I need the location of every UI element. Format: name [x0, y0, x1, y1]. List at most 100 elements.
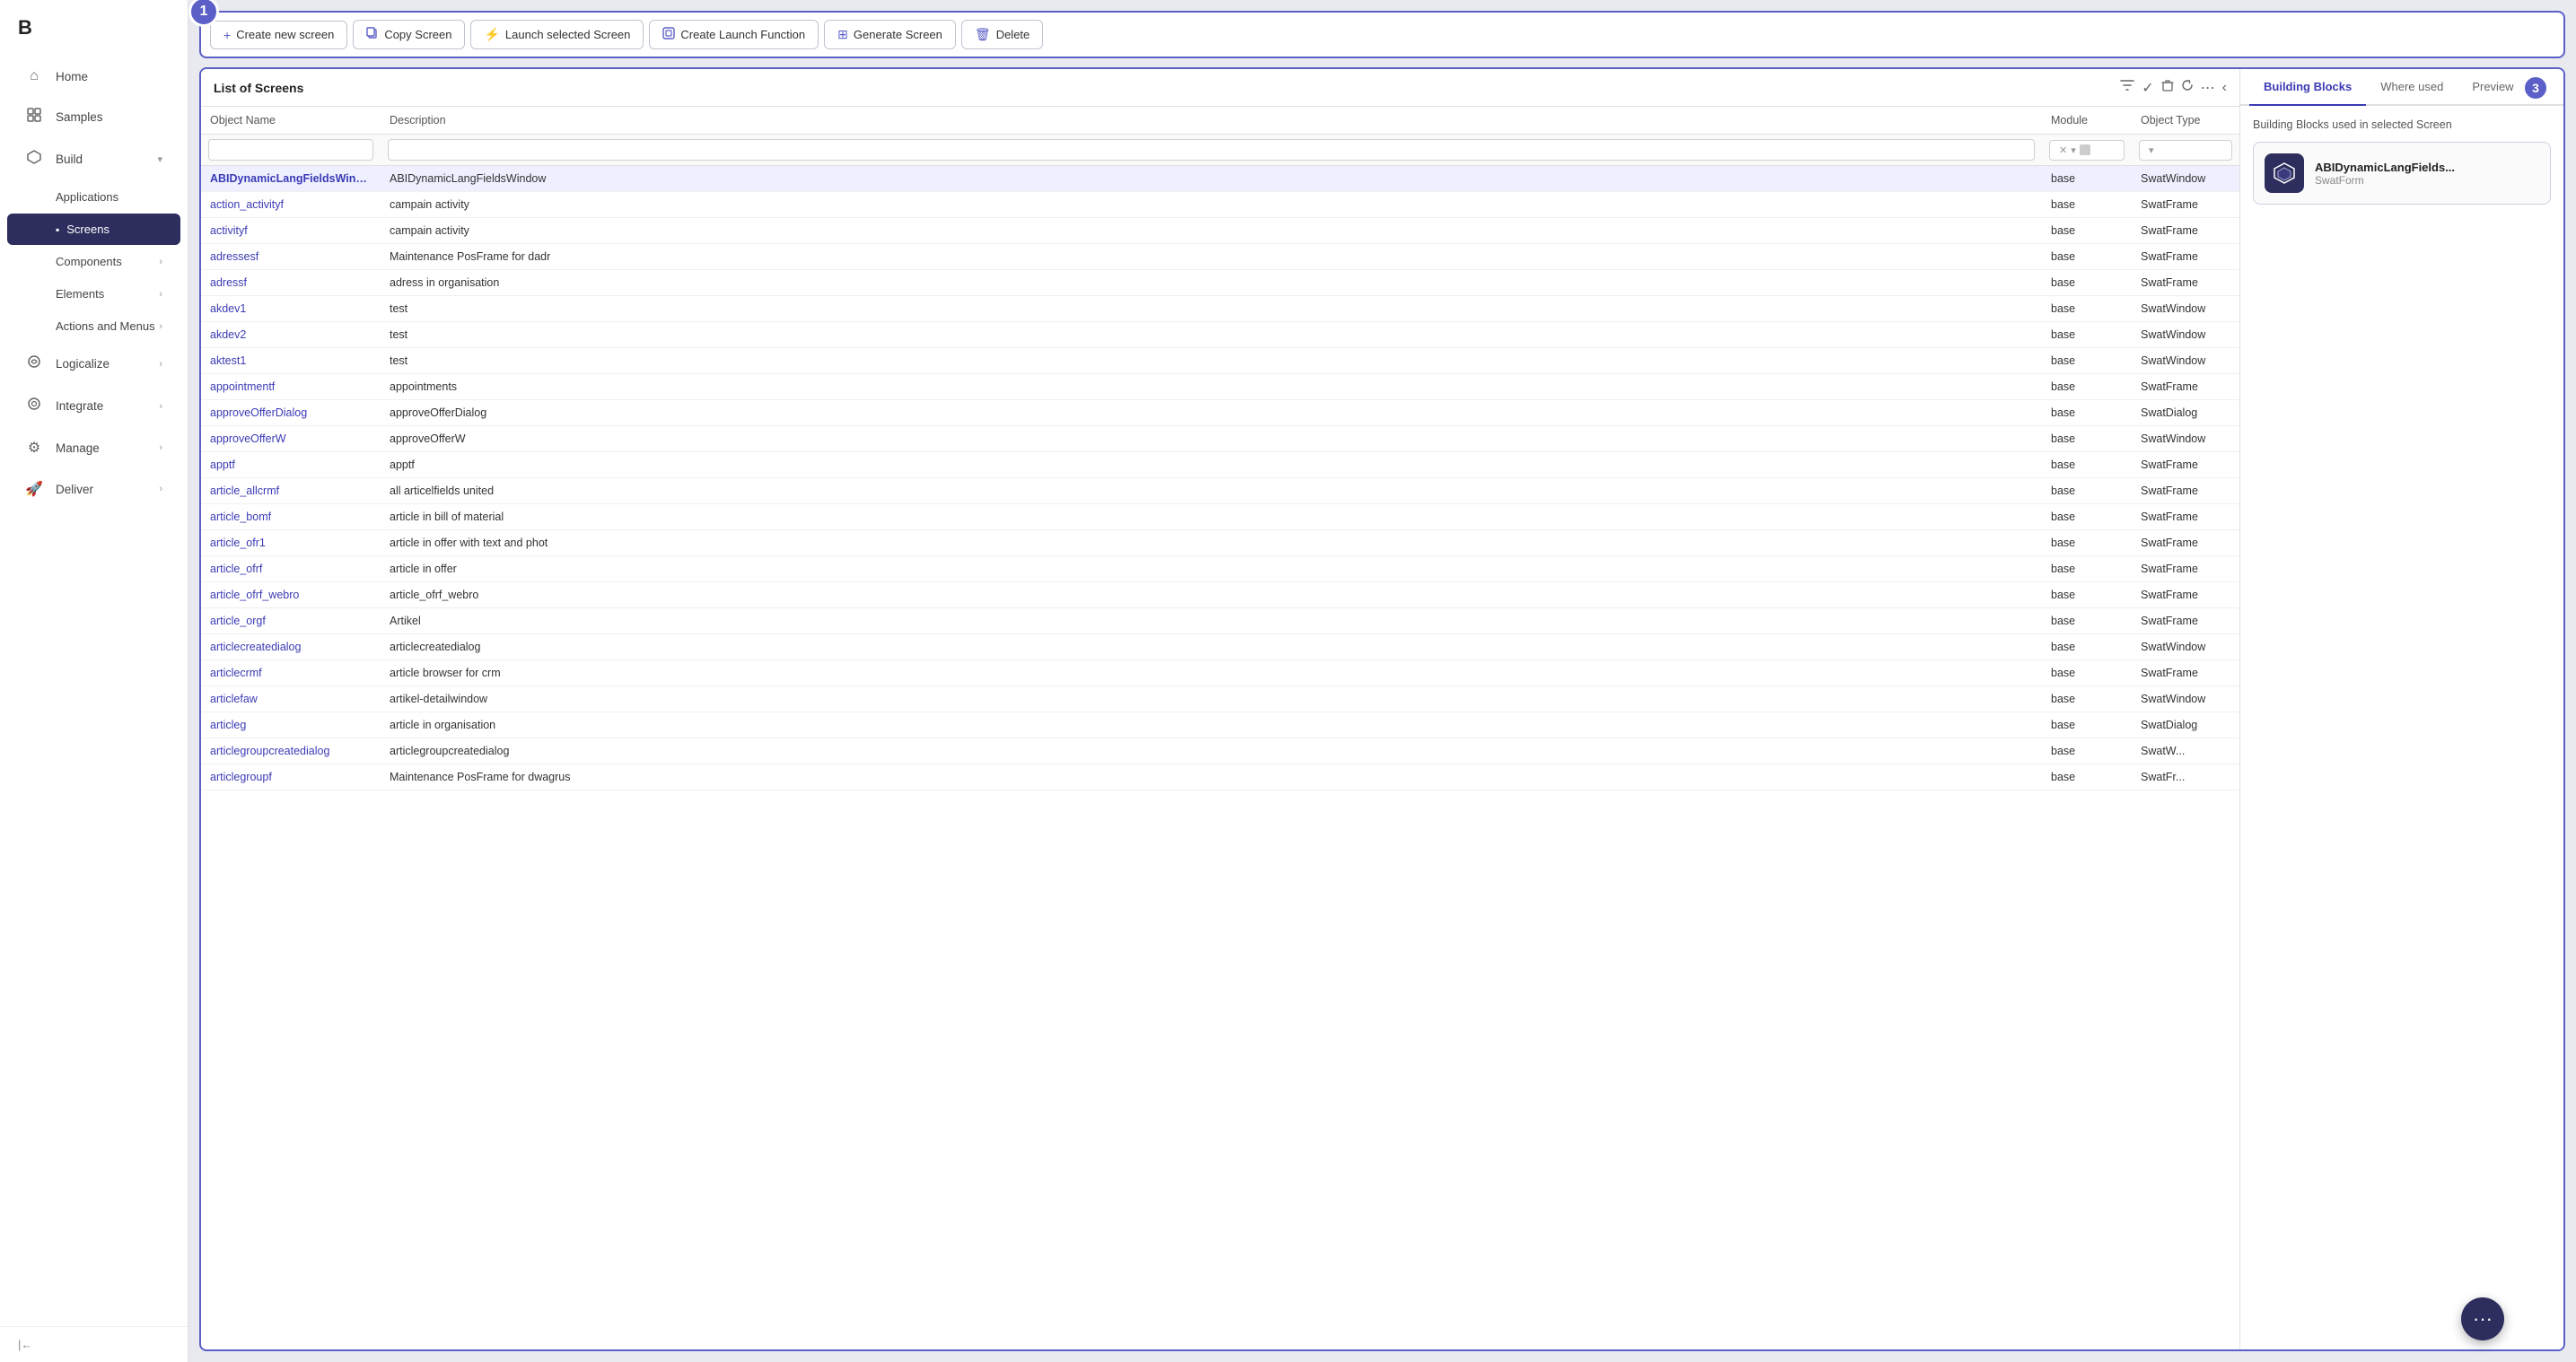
filter-name-input[interactable]	[208, 139, 373, 161]
table-row[interactable]: articlegarticle in organisationbaseSwatD…	[201, 712, 2239, 738]
sidebar-item-components[interactable]: Components ›	[7, 246, 180, 277]
cell-description: apptf	[381, 452, 2042, 478]
tab-preview[interactable]: Preview	[2458, 69, 2528, 106]
sidebar-item-deliver[interactable]: 🚀 Deliver ›	[7, 469, 180, 509]
cell-module: base	[2042, 192, 2132, 218]
tabs-header: Building Blocks Where used Preview	[2240, 69, 2563, 106]
table-row[interactable]: akdev2testbaseSwatWindow	[201, 322, 2239, 348]
table-row[interactable]: akdev1testbaseSwatWindow	[201, 296, 2239, 322]
sidebar-item-logicalize[interactable]: Logicalize ›	[7, 344, 180, 384]
sidebar-item-applications[interactable]: Applications	[7, 181, 180, 213]
table-row[interactable]: article_orgfArtikelbaseSwatFrame	[201, 608, 2239, 634]
sidebar-collapse-btn[interactable]: |←	[0, 1326, 188, 1362]
table-row[interactable]: article_allcrmfall articelfields unitedb…	[201, 478, 2239, 504]
launch-screen-button[interactable]: ⚡ Launch selected Screen	[470, 20, 644, 49]
table-row[interactable]: article_ofrfarticle in offerbaseSwatFram…	[201, 556, 2239, 582]
cell-name[interactable]: activityf	[201, 218, 381, 244]
building-block-card[interactable]: ABIDynamicLangFields... SwatForm	[2253, 142, 2551, 205]
table-row[interactable]: apptfapptfbaseSwatFrame	[201, 452, 2239, 478]
copy-screen-button[interactable]: Copy Screen	[353, 20, 465, 49]
cell-name[interactable]: articlecrmf	[201, 660, 381, 686]
filter-module-arrow[interactable]: ▾	[2071, 144, 2076, 156]
filter-type-arrow[interactable]: ▾	[2149, 144, 2154, 156]
collapse-icon: |←	[18, 1338, 32, 1351]
cell-type: SwatFrame	[2132, 192, 2239, 218]
check-icon[interactable]: ✓	[2142, 79, 2153, 97]
generate-screen-button[interactable]: ⊞ Generate Screen	[824, 20, 956, 49]
cell-name[interactable]: article_bomf	[201, 504, 381, 530]
table-row[interactable]: articlefawartikel-detailwindowbaseSwatWi…	[201, 686, 2239, 712]
cell-name[interactable]: approveOfferW	[201, 426, 381, 452]
cell-name[interactable]: ABIDynamicLangFieldsWindow	[201, 166, 381, 192]
cell-name[interactable]: appointmentf	[201, 374, 381, 400]
create-screen-button[interactable]: + Create new screen	[210, 21, 347, 49]
cell-name[interactable]: apptf	[201, 452, 381, 478]
table-row[interactable]: ABIDynamicLangFieldsWindowABIDynamicLang…	[201, 166, 2239, 192]
table-row[interactable]: articlegroupfMaintenance PosFrame for dw…	[201, 764, 2239, 790]
cell-name[interactable]: articlefaw	[201, 686, 381, 712]
table-row[interactable]: adressesfMaintenance PosFrame for dadrba…	[201, 244, 2239, 270]
cell-type: SwatFrame	[2132, 660, 2239, 686]
sidebar-item-samples[interactable]: Samples	[7, 97, 180, 137]
cell-name[interactable]: articlegroupf	[201, 764, 381, 790]
cell-name[interactable]: approveOfferDialog	[201, 400, 381, 426]
cell-module: base	[2042, 400, 2132, 426]
tab-where-used[interactable]: Where used	[2366, 69, 2458, 106]
sidebar-label-actions: Actions and Menus	[56, 319, 155, 333]
sidebar-item-home[interactable]: ⌂ Home	[7, 57, 180, 95]
sidebar-item-integrate[interactable]: Integrate ›	[7, 386, 180, 426]
delete-button[interactable]: 🗑 Delete	[961, 20, 1043, 49]
cell-module: base	[2042, 660, 2132, 686]
create-screen-label: Create new screen	[236, 28, 334, 41]
filter-type-select[interactable]: ▾	[2139, 140, 2232, 161]
table-row[interactable]: approveOfferDialogapproveOfferDialogbase…	[201, 400, 2239, 426]
filter-module-clear[interactable]: ✕	[2059, 144, 2067, 156]
cell-name[interactable]: adressesf	[201, 244, 381, 270]
cell-description: articlegroupcreatedialog	[381, 738, 2042, 764]
filter-icon[interactable]	[2120, 78, 2134, 97]
table-row[interactable]: article_ofrf_webroarticle_ofrf_webrobase…	[201, 582, 2239, 608]
cell-name[interactable]: article_orgf	[201, 608, 381, 634]
table-row[interactable]: adressfadress in organisationbaseSwatFra…	[201, 270, 2239, 296]
refresh-icon[interactable]	[2181, 79, 2194, 96]
cell-name[interactable]: article_ofrf_webro	[201, 582, 381, 608]
cell-type: SwatFrame	[2132, 218, 2239, 244]
fab-button[interactable]: ···	[2461, 1297, 2504, 1340]
cell-name[interactable]: aktest1	[201, 348, 381, 374]
cell-name[interactable]: articleg	[201, 712, 381, 738]
cell-name[interactable]: action_activityf	[201, 192, 381, 218]
table-row[interactable]: approveOfferWapproveOfferWbaseSwatWindow	[201, 426, 2239, 452]
cell-name[interactable]: akdev2	[201, 322, 381, 348]
cell-name[interactable]: article_ofrf	[201, 556, 381, 582]
cell-name[interactable]: article_allcrmf	[201, 478, 381, 504]
trash-icon[interactable]	[2161, 79, 2174, 96]
cell-name[interactable]: article_ofr1	[201, 530, 381, 556]
table-row[interactable]: articlecreatedialogarticlecreatedialogba…	[201, 634, 2239, 660]
create-launch-button[interactable]: Create Launch Function	[649, 20, 819, 49]
tab-building-blocks[interactable]: Building Blocks	[2249, 69, 2366, 106]
cell-name[interactable]: adressf	[201, 270, 381, 296]
sidebar-item-screens[interactable]: ▪ Screens	[7, 214, 180, 245]
table-row[interactable]: articlegroupcreatedialogarticlegroupcrea…	[201, 738, 2239, 764]
cell-name[interactable]: akdev1	[201, 296, 381, 322]
more-icon[interactable]: ⋯	[2201, 79, 2215, 97]
sidebar-item-manage[interactable]: ⚙ Manage ›	[7, 428, 180, 467]
screens-table: Object Name Description Module Object Ty…	[201, 107, 2239, 790]
table-row[interactable]: activityfcampain activitybaseSwatFrame	[201, 218, 2239, 244]
generate-icon: ⊞	[837, 27, 848, 42]
table-row[interactable]: articlecrmfarticle browser for crmbaseSw…	[201, 660, 2239, 686]
table-row[interactable]: article_ofr1article in offer with text a…	[201, 530, 2239, 556]
table-row[interactable]: action_activityfcampain activitybaseSwat…	[201, 192, 2239, 218]
filter-module-select[interactable]: ✕ ▾	[2049, 140, 2125, 161]
cell-name[interactable]: articlecreatedialog	[201, 634, 381, 660]
sidebar-item-elements[interactable]: Elements ›	[7, 278, 180, 310]
table-row[interactable]: aktest1testbaseSwatWindow	[201, 348, 2239, 374]
sidebar-item-actions[interactable]: Actions and Menus ›	[7, 310, 180, 342]
table-row[interactable]: article_bomfarticle in bill of materialb…	[201, 504, 2239, 530]
sidebar-item-build[interactable]: Build ▾	[7, 139, 180, 179]
table-row[interactable]: appointmentfappointmentsbaseSwatFrame	[201, 374, 2239, 400]
sidebar-label-integrate: Integrate	[56, 399, 103, 413]
filter-desc-input[interactable]	[388, 139, 2035, 161]
collapse-panel-icon[interactable]: ‹	[2222, 80, 2227, 96]
cell-name[interactable]: articlegroupcreatedialog	[201, 738, 381, 764]
